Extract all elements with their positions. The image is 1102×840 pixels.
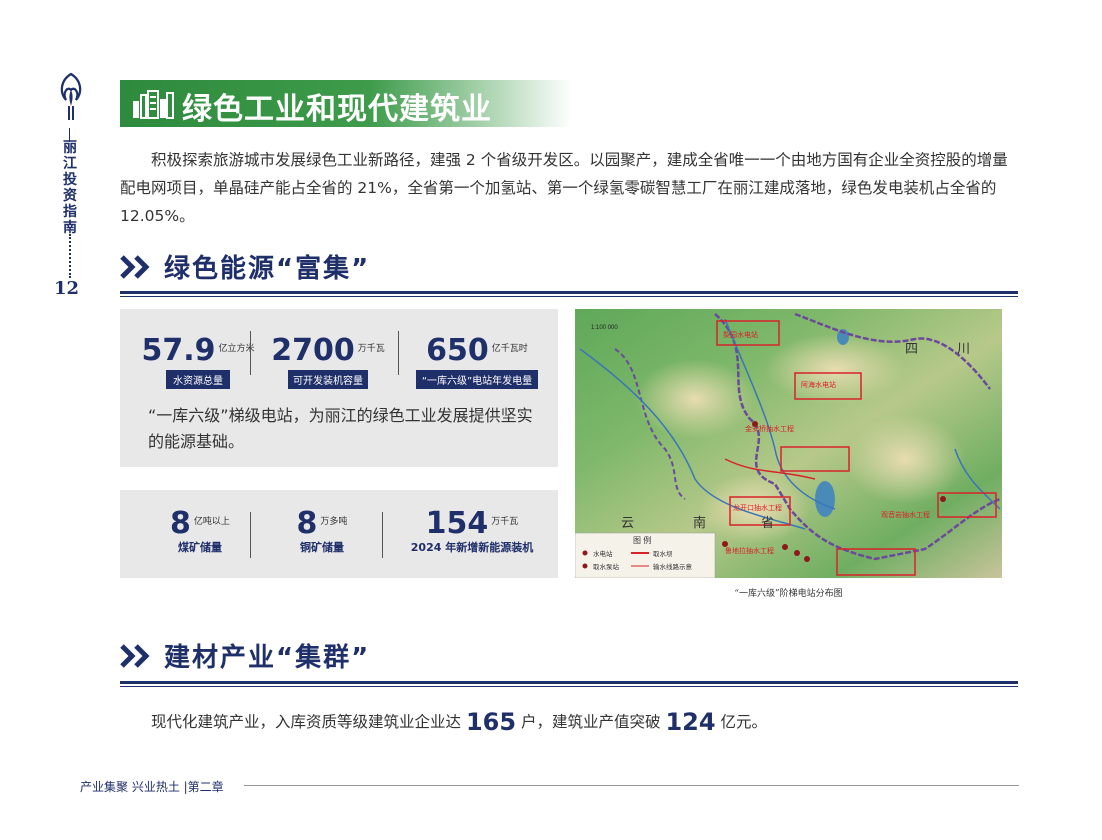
- stat-new-energy: 154 万千瓦 2024 年新增新能源装机: [402, 506, 542, 555]
- stat-label: 水资源总量: [166, 370, 230, 389]
- divider: [382, 512, 383, 558]
- stat-value: 8: [170, 506, 191, 541]
- stat-copper: 8 万多吨 铜矿储量: [264, 506, 380, 555]
- chapter-banner: 绿色工业和现代建筑业: [120, 80, 572, 127]
- section-heading-materials: 建材产业“集群”: [120, 637, 1020, 677]
- stat-unit: 万千瓦: [491, 517, 519, 527]
- stat-label: 可开发装机容量: [288, 370, 368, 389]
- map-image: 梨园水电站 阿海水电站 金安桥抽水工程 龙开口抽水工程 鲁地拉抽水工程 观音岩抽…: [575, 309, 1002, 578]
- divider: [250, 512, 251, 558]
- region-label: 南: [693, 515, 706, 530]
- mineral-stats-panel: 8 亿吨以上 煤矿储量 8 万多吨 铜矿储量 154 万千瓦 2024 年新增新能源装…: [120, 490, 558, 578]
- enterprise-count: 165: [465, 708, 517, 736]
- section-rule: [120, 291, 1018, 297]
- station-label: 梨园水电站: [723, 330, 758, 339]
- map-legend: 图 例 水电站 取水坝 取水泵站 输水线路示意: [575, 532, 716, 578]
- stat-value: 650: [426, 333, 489, 368]
- legend-item: 输水线路示意: [653, 562, 693, 571]
- stat-label: 煤矿储量: [178, 541, 222, 554]
- footer-chapter: 产业集聚 兴业热土 |第二章: [80, 780, 224, 794]
- station-label: 龙开口抽水工程: [733, 503, 782, 512]
- legend-item: 取水坝: [653, 549, 673, 558]
- legend-item: 水电站: [593, 549, 613, 558]
- map-scale: 1:100 000: [591, 325, 618, 331]
- section-heading-energy: 绿色能源“富集”: [120, 248, 1020, 288]
- stat-unit: 万多吨: [320, 517, 348, 527]
- double-chevron-icon: [120, 644, 150, 668]
- divider: [250, 331, 251, 375]
- flame-logo-icon: [60, 72, 82, 120]
- stat-unit: 亿吨以上: [193, 517, 230, 527]
- panel-quote: “一库六级”梯级电站，为丽江的绿色工业发展提供坚实的能源基础。: [148, 406, 533, 451]
- double-chevron-icon: [120, 255, 150, 279]
- station-label: 观音岩抽水工程: [881, 510, 930, 519]
- region-label: 省: [761, 515, 774, 530]
- stat-value: 2700: [271, 333, 355, 368]
- output-value: 124: [665, 708, 716, 736]
- page-number: 12: [54, 278, 80, 299]
- stat-capacity: 2700 万千瓦 可开发装机容量: [270, 333, 386, 389]
- section-rule: [120, 681, 1018, 687]
- stat-unit: 亿千瓦时: [491, 344, 528, 354]
- legend-title: 图 例: [633, 535, 651, 545]
- stat-value: 154: [425, 506, 489, 541]
- region-label: 四: [905, 341, 918, 356]
- stat-value: 57.9: [141, 333, 216, 368]
- stat-label: 铜矿储量: [300, 541, 344, 554]
- stat-unit: 万千瓦: [357, 344, 385, 354]
- hydropower-map: 梨园水电站 阿海水电站 金安桥抽水工程 龙开口抽水工程 鲁地拉抽水工程 观音岩抽…: [575, 309, 1002, 578]
- vertical-title: 丽江投资指南: [63, 140, 77, 236]
- energy-stats-panel: 57.9 亿立方米 水资源总量 2700 万千瓦 可开发装机容量 650 亿千瓦时 “…: [120, 309, 558, 467]
- rail-dots: [69, 234, 71, 278]
- para-text: 户，建筑业产值突破: [521, 713, 661, 731]
- stat-generation: 650 亿千瓦时 “一库六级”电站年发电量: [412, 333, 542, 389]
- stat-water: 57.9 亿立方米 水资源总量: [138, 333, 258, 389]
- station-label: 阿海水电站: [801, 380, 836, 389]
- station-label: 鲁地拉抽水工程: [725, 546, 774, 555]
- divider: [398, 331, 399, 375]
- factory-buildings-icon: [133, 90, 174, 119]
- section-title: 绿色能源“富集”: [164, 254, 371, 284]
- stat-label: “一库六级”电站年发电量: [416, 370, 538, 389]
- stat-label: 2024 年新增新能源装机: [410, 541, 534, 554]
- chapter-title: 绿色工业和现代建筑业: [182, 92, 492, 127]
- stat-coal: 8 亿吨以上 煤矿储量: [140, 506, 260, 555]
- lake-icon: [815, 481, 835, 517]
- para-text: 亿元。: [720, 713, 768, 731]
- region-label: 川: [957, 341, 970, 356]
- construction-paragraph: 现代化建筑产业，入库资质等级建筑业企业达 165 户，建筑业产值突破 124 亿…: [151, 708, 767, 736]
- map-caption: “一库六级”阶梯电站分布图: [734, 589, 843, 599]
- intro-paragraph: 积极探索旅游城市发展绿色工业新路径，建强 2 个省级开发区。以园聚产，建成全省唯…: [120, 151, 1008, 225]
- footer-rule: [244, 785, 1019, 786]
- para-text: 现代化建筑产业，入库资质等级建筑业企业达: [151, 713, 462, 731]
- stat-value: 8: [296, 506, 318, 541]
- section-title: 建材产业“集群”: [164, 643, 371, 673]
- legend-item: 取水泵站: [593, 562, 620, 571]
- region-label: 云: [621, 515, 634, 530]
